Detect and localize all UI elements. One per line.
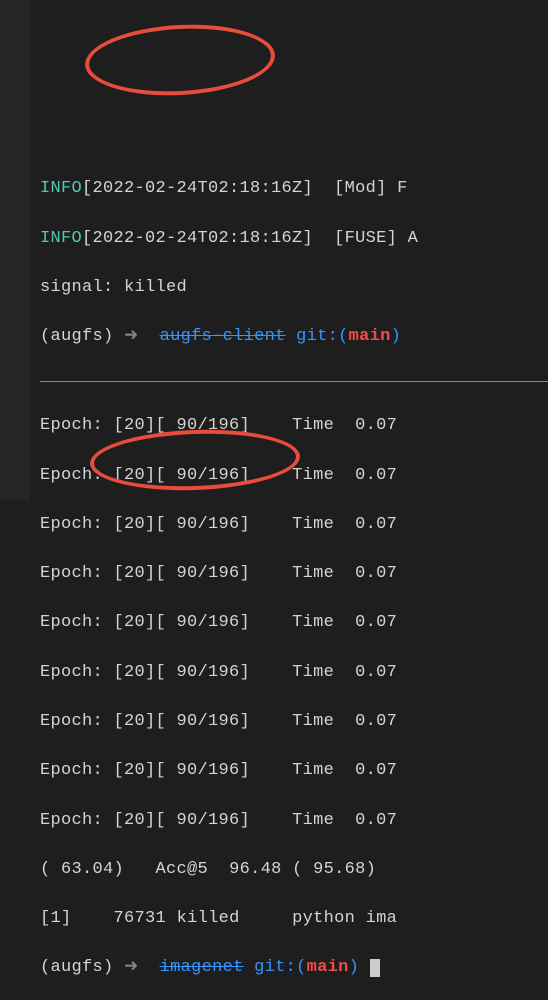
git-branch: main (349, 327, 391, 346)
killed-line: [1] 76731 killed python ima (40, 907, 548, 932)
log-level: INFO (40, 229, 82, 248)
accuracy-line: ( 63.04) Acc@5 96.48 ( 95.68) (40, 858, 548, 883)
prompt-arrow: ➜ (124, 327, 160, 346)
log-line-1: INFO[2022-02-24T02:18:16Z] [Mod] F (40, 177, 548, 202)
log-tail: A (408, 229, 419, 248)
prompt-line-2[interactable]: (augfs) ➜ imagenet git:(main) (40, 956, 548, 981)
git-label: git:( (254, 958, 307, 977)
log-mod: [Mod] (334, 179, 387, 198)
prompt-env: (augfs) (40, 958, 124, 977)
log-level: INFO (40, 179, 82, 198)
killed-cmd: python ima (292, 909, 397, 928)
log-line-2: INFO[2022-02-24T02:18:16Z] [FUSE] A (40, 227, 548, 252)
git-close: ) (349, 958, 370, 977)
log-tail: F (397, 179, 408, 198)
prompt-dir: augfs-client (160, 327, 286, 346)
epoch-line: Epoch: [20][ 90/196] Time 0.07 (40, 513, 548, 538)
cursor (370, 959, 380, 977)
epoch-line: Epoch: [20][ 90/196] Time 0.07 (40, 464, 548, 489)
log-ts: [2022-02-24T02:18:16Z] (82, 229, 313, 248)
log-mod: [FUSE] (334, 229, 397, 248)
log-ts: [2022-02-24T02:18:16Z] (82, 179, 313, 198)
prompt-env: (augfs) (40, 327, 124, 346)
epoch-line: Epoch: [20][ 90/196] Time 0.07 (40, 562, 548, 587)
prompt-line-1[interactable]: (augfs) ➜ augfs-client git:(main) (40, 325, 548, 350)
git-close: ) (391, 327, 402, 346)
annotation-circle-1 (83, 20, 276, 100)
git-label: git:( (296, 327, 349, 346)
epoch-line: Epoch: [20][ 90/196] Time 0.07 (40, 661, 548, 686)
epoch-line: Epoch: [20][ 90/196] Time 0.07 (40, 759, 548, 784)
divider (40, 381, 548, 382)
terminal-content: INFO[2022-02-24T02:18:16Z] [Mod] F INFO[… (40, 153, 548, 1000)
killed-msg: killed (177, 909, 240, 928)
prompt-dir: imagenet (160, 958, 244, 977)
signal-line: signal: killed (40, 276, 548, 301)
prompt-arrow: ➜ (124, 958, 160, 977)
epoch-line: Epoch: [20][ 90/196] Time 0.07 (40, 809, 548, 834)
git-branch: main (307, 958, 349, 977)
epoch-line: Epoch: [20][ 90/196] Time 0.07 (40, 710, 548, 735)
killed-pid: 76731 (114, 909, 167, 928)
signal-text: signal: killed (40, 278, 187, 297)
epoch-line: Epoch: [20][ 90/196] Time 0.07 (40, 414, 548, 439)
epoch-line: Epoch: [20][ 90/196] Time 0.07 (40, 611, 548, 636)
line-gutter (0, 0, 30, 500)
